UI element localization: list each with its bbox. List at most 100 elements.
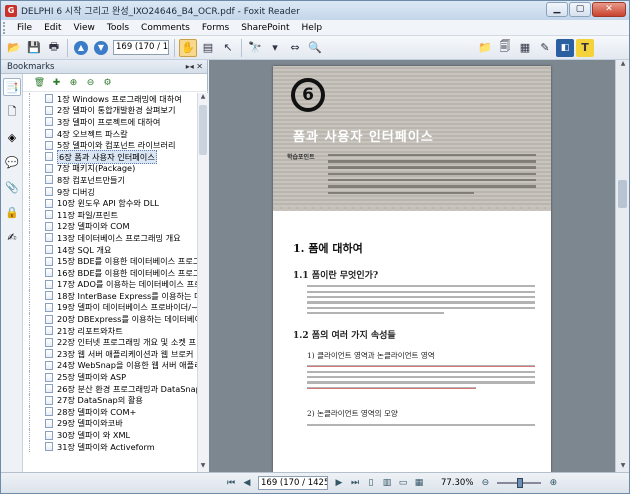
- bookmark-item[interactable]: 12장 델파이와 COM: [23, 220, 197, 233]
- bookmark-item[interactable]: 20장 DBExpress를 이용하는 데이터베이: [23, 313, 197, 325]
- scrollbar-thumb[interactable]: [199, 105, 207, 155]
- facing-icon[interactable]: ▭: [396, 476, 410, 490]
- menu-tools[interactable]: Tools: [101, 20, 135, 36]
- zoom-slider-knob[interactable]: [517, 478, 524, 488]
- bookmark-label: 10장 윈도우 API 함수와 DLL: [57, 198, 159, 209]
- bookmark-item[interactable]: 6장 폼과 사용자 인터페이스: [23, 149, 197, 164]
- last-page-icon[interactable]: ⏭: [348, 476, 362, 490]
- bookmark-item[interactable]: 2장 델파이 통합개발환경 살펴보기: [23, 104, 197, 117]
- bookmark-item[interactable]: 7장 패키지(Package): [23, 162, 197, 175]
- menu-view[interactable]: View: [68, 20, 101, 36]
- menu-file[interactable]: File: [11, 20, 38, 36]
- hand-tool-icon[interactable]: ✋: [179, 38, 197, 57]
- open-file-icon[interactable]: 📂: [5, 39, 23, 57]
- menu-edit[interactable]: Edit: [38, 20, 67, 36]
- menu-sharepoint[interactable]: SharePoint: [235, 20, 295, 36]
- bookmark-item[interactable]: 19장 델파이 데이터베이스 프로바이더/~: [23, 301, 197, 314]
- bookmark-item[interactable]: 24장 WebSnap을 이용한 웹 서버 애플리: [23, 359, 197, 372]
- zoom-out-icon[interactable]: ⊖: [478, 476, 492, 490]
- bookmark-item[interactable]: 26장 분산 환경 프로그래밍과 DataSnap: [23, 382, 197, 395]
- collapse-bookmark-icon[interactable]: ⊖: [84, 76, 97, 89]
- bookmark-label: 26장 분산 환경 프로그래밍과 DataSnap: [57, 383, 197, 394]
- menu-comments[interactable]: Comments: [135, 20, 196, 36]
- bookmark-item[interactable]: 4장 오브젝트 파스칼: [23, 127, 197, 140]
- bookmark-item[interactable]: 13장 데이터베이스 프로그래밍 개요: [23, 232, 197, 244]
- menu-grip[interactable]: [3, 21, 7, 34]
- title-bar[interactable]: G DELPHI 6 시작 그리고 완성_IXO24646_B4_OCR.pdf…: [1, 1, 629, 20]
- form-icon[interactable]: ▦: [516, 39, 534, 57]
- bookmark-options-icon[interactable]: ⚙: [101, 76, 114, 89]
- bookmarks-scrollbar[interactable]: ▲ ▼: [197, 93, 208, 472]
- bookmark-item[interactable]: 1장 Windows 프로그래밍에 대하여: [23, 93, 197, 105]
- single-page-icon[interactable]: ▯: [364, 476, 378, 490]
- bookmark-item[interactable]: 17장 ADO를 이용하는 데이터베이스 프로: [23, 278, 197, 291]
- bookmark-item[interactable]: 8장 컴포넌트만들기: [23, 174, 197, 186]
- scroll-up-icon[interactable]: ▲: [618, 60, 628, 70]
- menu-forms[interactable]: Forms: [196, 20, 235, 36]
- pages-icon[interactable]: 🗐: [496, 39, 514, 57]
- bookmark-item[interactable]: 27장 DataSnap의 활용: [23, 394, 197, 406]
- text-tool-icon[interactable]: T: [576, 38, 594, 57]
- first-page-icon[interactable]: ⏮: [224, 476, 238, 490]
- bookmark-item[interactable]: 30장 델파이 와 XML: [23, 429, 197, 441]
- new-bookmark-icon[interactable]: ✚: [50, 76, 63, 89]
- scroll-down-icon[interactable]: ▼: [618, 462, 628, 472]
- zoom-slider[interactable]: [497, 478, 542, 488]
- comments-tab-icon[interactable]: 💬: [3, 153, 21, 171]
- bookmark-page-icon: [45, 163, 53, 173]
- fit-width-icon[interactable]: ⇔: [286, 39, 304, 57]
- continuous-facing-icon[interactable]: ▦: [412, 476, 426, 490]
- bookmark-item[interactable]: 28장 델파이와 COM+: [23, 406, 197, 418]
- layers-tab-icon[interactable]: ◈: [3, 128, 21, 146]
- bookmarks-tab-icon[interactable]: 📑: [3, 78, 21, 96]
- bookmark-item[interactable]: 9장 디버깅: [23, 185, 197, 198]
- panel-controls[interactable]: ▸◂ ✕: [186, 62, 203, 71]
- document-view[interactable]: 6 폼과 사용자 인터페이스 학습포인트 1. 폼에 대하여 1.1 폼이란 무…: [209, 60, 615, 472]
- scroll-down-icon[interactable]: ▼: [198, 462, 208, 472]
- scroll-up-icon[interactable]: ▲: [198, 93, 208, 103]
- previous-page-button[interactable]: ▲: [72, 39, 90, 57]
- pointer-icon[interactable]: ↖: [219, 39, 237, 57]
- previous-page-icon[interactable]: ◀: [240, 476, 254, 490]
- menu-help[interactable]: Help: [296, 20, 329, 36]
- select-text-icon[interactable]: ▤: [199, 39, 217, 57]
- attachments-tab-icon[interactable]: 📎: [3, 178, 21, 196]
- bookmark-item[interactable]: 18장 InterBase Express를 이용하는 데이: [23, 290, 197, 302]
- document-scrollbar[interactable]: ▲ ▼: [615, 60, 629, 472]
- bookmark-item[interactable]: 21장 리포트와차트: [23, 324, 197, 337]
- security-tab-icon[interactable]: 🔒: [3, 203, 21, 221]
- page-number-input[interactable]: 169 (170 / 142: [113, 40, 169, 55]
- close-button[interactable]: ✕: [592, 2, 626, 17]
- status-page-input[interactable]: 169 (170 / 1425): [258, 476, 328, 490]
- bookmark-item[interactable]: 14장 SQL 개요: [23, 243, 197, 256]
- bookmark-item[interactable]: 22장 인터넷 프로그래밍 개요 및 소켓 프: [23, 336, 197, 348]
- minimize-button[interactable]: ▁: [546, 2, 568, 17]
- signature-tab-icon[interactable]: ✍: [3, 228, 21, 246]
- save-icon[interactable]: 💾: [25, 39, 43, 57]
- print-icon[interactable]: 🖶: [45, 39, 63, 57]
- next-page-icon[interactable]: ▶: [332, 476, 346, 490]
- bookmark-item[interactable]: 3장 델파이 프로젝트에 대하여: [23, 116, 197, 128]
- find-dropdown-icon[interactable]: ▾: [266, 39, 284, 57]
- expand-bookmark-icon[interactable]: ⊕: [67, 76, 80, 89]
- pages-tab-icon[interactable]: 🗋: [3, 103, 21, 121]
- folder-icon[interactable]: 📁: [476, 39, 494, 57]
- bookmark-item[interactable]: 31장 델파이와 Activeform: [23, 440, 197, 453]
- bookmark-item[interactable]: 23장 웹 서버 애플리케이션과 웹 브로커: [23, 348, 197, 360]
- next-page-button[interactable]: ▼: [92, 39, 110, 57]
- zoom-icon[interactable]: 🔍: [306, 39, 324, 57]
- bookmark-item[interactable]: 16장 BDE를 이용한 데이터베이스 프로그: [23, 266, 197, 279]
- find-icon[interactable]: 🔭: [246, 39, 264, 57]
- continuous-icon[interactable]: ▥: [380, 476, 394, 490]
- delete-bookmark-icon[interactable]: 🗑: [33, 76, 46, 89]
- scrollbar-thumb[interactable]: [618, 180, 627, 208]
- bookmark-item[interactable]: 10장 윈도우 API 함수와 DLL: [23, 197, 197, 209]
- bookmark-item[interactable]: 25장 델파이와 ASP: [23, 371, 197, 383]
- bookmark-item[interactable]: 29장 델파이와코바: [23, 417, 197, 430]
- maximize-button[interactable]: ▢: [569, 2, 591, 17]
- bookmark-item[interactable]: 11장 파일/프린트: [23, 208, 197, 221]
- export-icon[interactable]: ◧: [556, 38, 574, 57]
- bookmark-item[interactable]: 15장 BDE를 이용한 데이터베이스 프로그: [23, 255, 197, 267]
- zoom-in-icon[interactable]: ⊕: [546, 476, 560, 490]
- comment-icon[interactable]: ✎: [536, 39, 554, 57]
